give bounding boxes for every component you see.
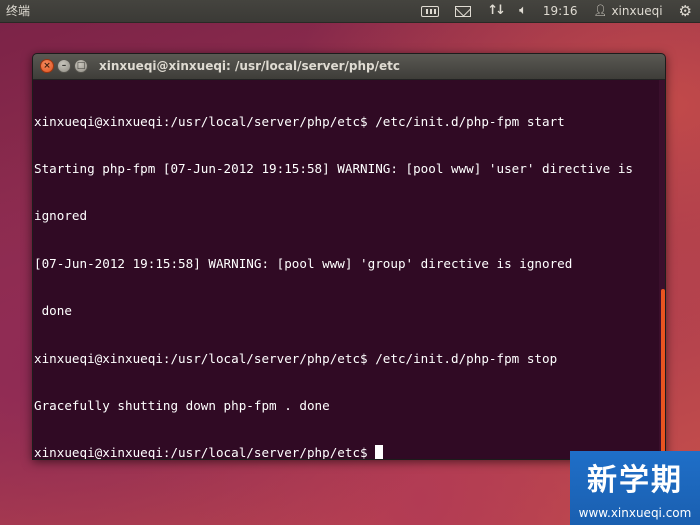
terminal-line: ignored [34, 208, 88, 224]
terminal-line: Gracefully shutting down php-fpm . done [34, 397, 330, 413]
clock: 19:16 [542, 4, 578, 18]
terminal-line: done [34, 303, 72, 319]
keyboard-icon [421, 5, 440, 17]
terminal-window: × – □ xinxueqi@xinxueqi: /usr/local/serv… [32, 53, 666, 460]
maximize-button[interactable]: □ [74, 59, 88, 73]
minimize-button[interactable]: – [57, 59, 71, 73]
scrollbar-thumb[interactable] [661, 289, 665, 459]
terminal-line: [07-Jun-2012 19:15:58] WARNING: [pool ww… [34, 255, 573, 271]
messaging-indicator[interactable] [447, 0, 479, 22]
session-menu[interactable]: ⚙ [671, 0, 700, 22]
network-indicator[interactable]: ↑↓ [479, 0, 511, 22]
keyboard-indicator[interactable] [413, 0, 447, 22]
watermark-url: www.xinxueqi.com [578, 506, 692, 520]
gear-icon: ⚙ [678, 2, 692, 20]
close-button[interactable]: × [40, 59, 54, 73]
scrollbar[interactable] [659, 80, 665, 459]
watermark-text: 新学期 [587, 463, 683, 498]
username-label: xinxueqi [611, 4, 663, 18]
window-controls: × – □ [40, 59, 88, 73]
volume-icon: 🔈︎ [519, 3, 527, 18]
window-title: xinxueqi@xinxueqi: /usr/local/server/php… [99, 59, 401, 73]
window-titlebar[interactable]: × – □ xinxueqi@xinxueqi: /usr/local/serv… [33, 54, 665, 80]
system-tray: ↑↓ 🔈︎ 19:16 👤︎ xinxueqi ⚙ [413, 0, 700, 22]
terminal-prompt-line: xinxueqi@xinxueqi:/usr/local/server/php/… [34, 445, 659, 460]
volume-indicator[interactable]: 🔈︎ [511, 0, 535, 22]
terminal-line: xinxueqi@xinxueqi:/usr/local/server/php/… [34, 350, 558, 366]
terminal-output[interactable]: xinxueqi@xinxueqi:/usr/local/server/php/… [33, 80, 659, 459]
terminal-line: Starting php-fpm [07-Jun-2012 19:15:58] … [34, 160, 633, 176]
terminal-prompt: xinxueqi@xinxueqi:/usr/local/server/php/… [34, 445, 376, 460]
terminal-line: xinxueqi@xinxueqi:/usr/local/server/php/… [34, 113, 565, 129]
user-menu[interactable]: 👤︎ xinxueqi [585, 0, 670, 22]
app-menu-title[interactable]: 终端 [6, 0, 30, 22]
mail-icon [455, 5, 472, 17]
watermark-logo: 新学期 www.xinxueqi.com [570, 451, 700, 525]
network-icon: ↑↓ [487, 3, 506, 18]
text-cursor [375, 445, 384, 459]
top-panel: 终端 ↑↓ 🔈︎ 19:16 👤︎ xinxueqi ⚙ [0, 0, 700, 23]
user-icon: 👤︎ [593, 4, 608, 17]
clock-indicator[interactable]: 19:16 [535, 0, 586, 22]
